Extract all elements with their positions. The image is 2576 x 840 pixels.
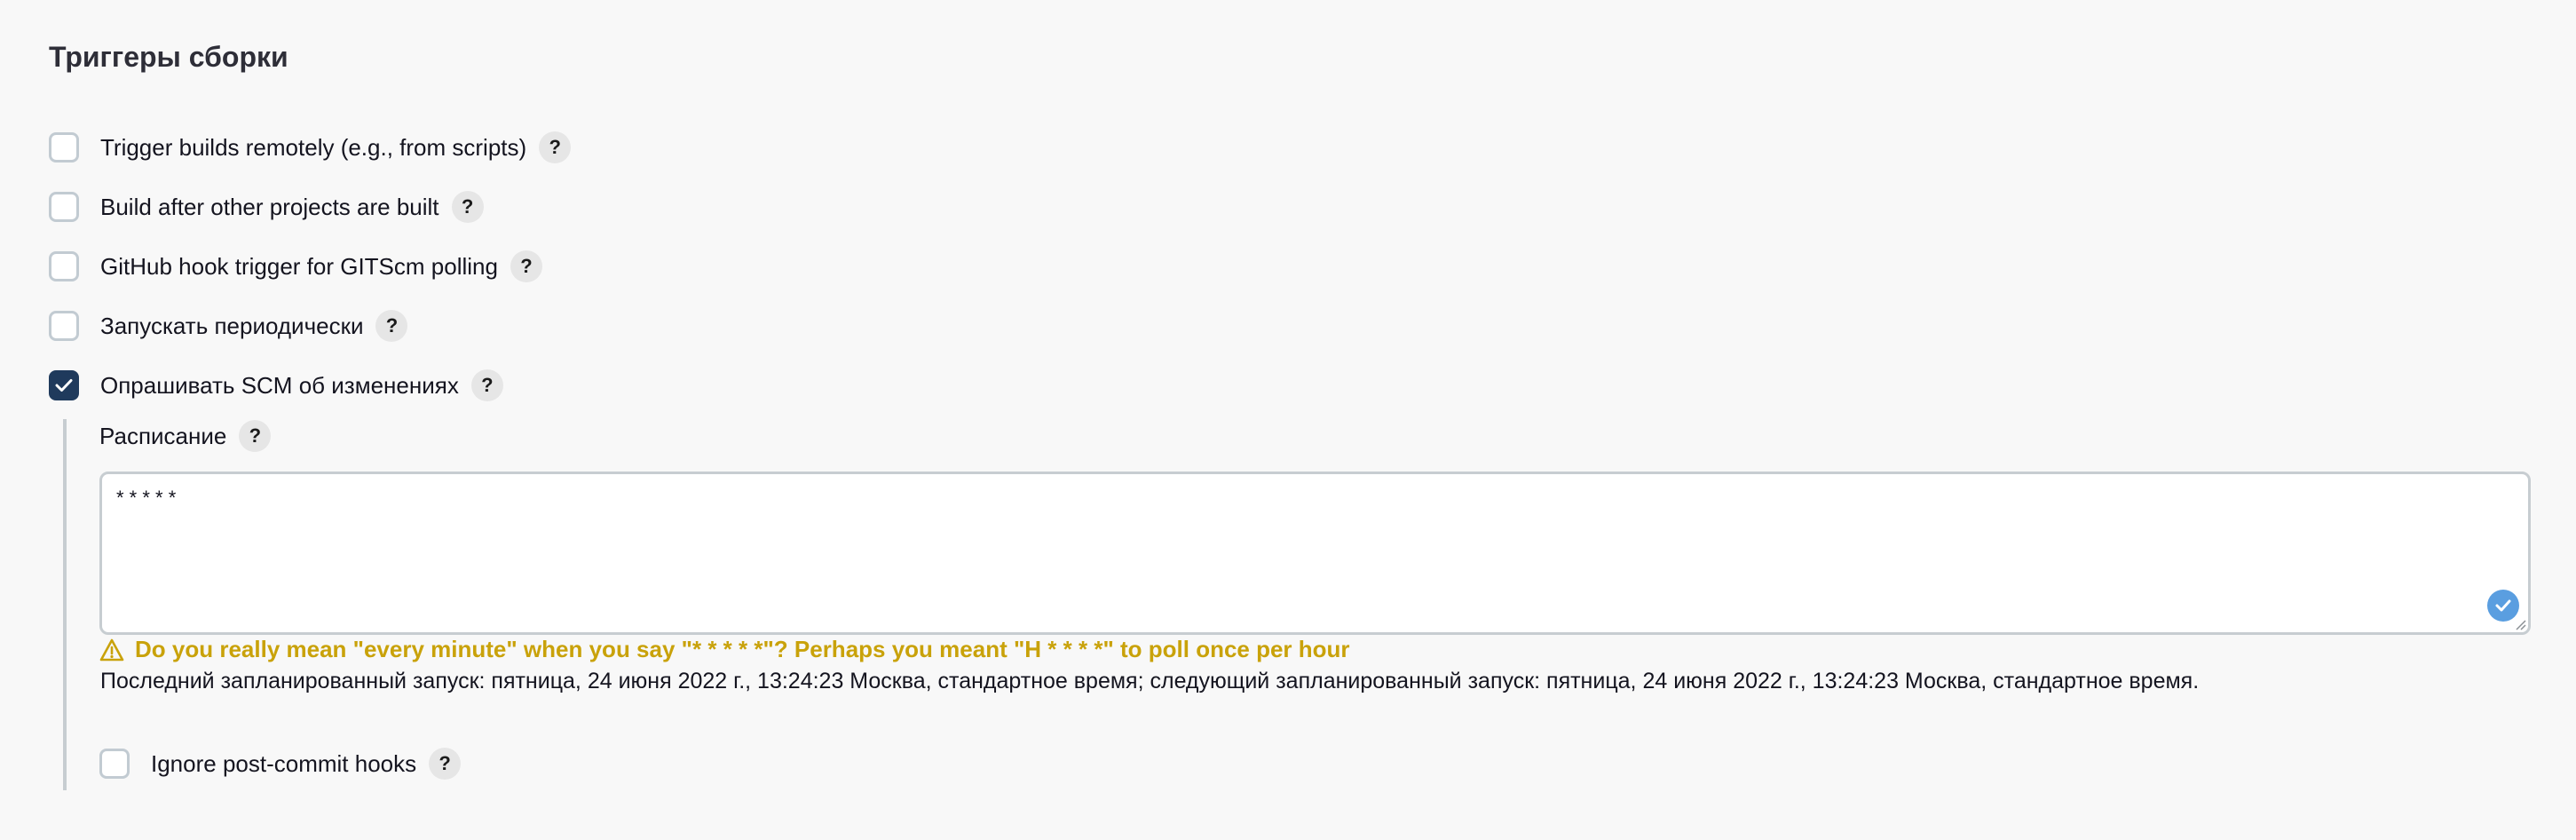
schedule-textarea[interactable] [102, 474, 2528, 632]
trigger-after-other-row: Build after other projects are built ? [49, 186, 484, 227]
help-icon[interactable]: ? [375, 310, 408, 342]
schedule-warning: Do you really mean "every minute" when y… [99, 636, 1350, 663]
trigger-remote-checkbox[interactable] [49, 132, 79, 162]
ignore-hooks-checkbox[interactable] [99, 749, 130, 779]
build-triggers-section: Триггеры сборки Trigger builds remotely … [0, 0, 2576, 840]
help-icon[interactable]: ? [451, 191, 484, 223]
schedule-run-info: Последний запланированный запуск: пятниц… [100, 669, 2200, 693]
trigger-periodic-checkbox[interactable] [49, 311, 79, 341]
trigger-github-hook-row: GitHub hook trigger for GITScm polling ? [49, 246, 542, 287]
valid-check-icon [2487, 590, 2519, 622]
help-icon[interactable]: ? [470, 369, 503, 401]
schedule-warning-text: Do you really mean "every minute" when y… [135, 636, 1350, 662]
help-icon[interactable]: ? [429, 748, 462, 780]
ignore-hooks-label: Ignore post-commit hooks [151, 749, 417, 777]
trigger-periodic-row: Запускать периодически ? [49, 305, 408, 346]
resize-handle-icon[interactable] [2514, 618, 2526, 630]
ignore-hooks-row: Ignore post-commit hooks ? [99, 743, 462, 784]
trigger-poll-scm-checkbox[interactable] [49, 370, 79, 400]
section-title: Триггеры сборки [49, 41, 288, 73]
schedule-label-row: Расписание ? [99, 416, 272, 456]
nested-section-bar [63, 419, 67, 790]
schedule-label: Расписание [99, 422, 227, 449]
trigger-poll-scm-label: Опрашивать SCM об изменениях [100, 371, 459, 399]
help-icon[interactable]: ? [239, 420, 272, 452]
help-icon[interactable]: ? [510, 250, 542, 282]
trigger-after-other-label: Build after other projects are built [100, 193, 439, 220]
checkmark-icon [55, 379, 73, 392]
help-icon[interactable]: ? [539, 131, 572, 163]
trigger-github-hook-label: GitHub hook trigger for GITScm polling [100, 252, 498, 280]
trigger-poll-scm-row: Опрашивать SCM об изменениях ? [49, 365, 503, 406]
trigger-remote-label: Trigger builds remotely (e.g., from scri… [100, 133, 527, 161]
schedule-field [99, 472, 2531, 635]
trigger-remote-row: Trigger builds remotely (e.g., from scri… [49, 127, 572, 168]
warning-icon [99, 638, 124, 661]
trigger-periodic-label: Запускать периодически [100, 312, 364, 339]
trigger-github-hook-checkbox[interactable] [49, 251, 79, 281]
trigger-after-other-checkbox[interactable] [49, 192, 79, 222]
